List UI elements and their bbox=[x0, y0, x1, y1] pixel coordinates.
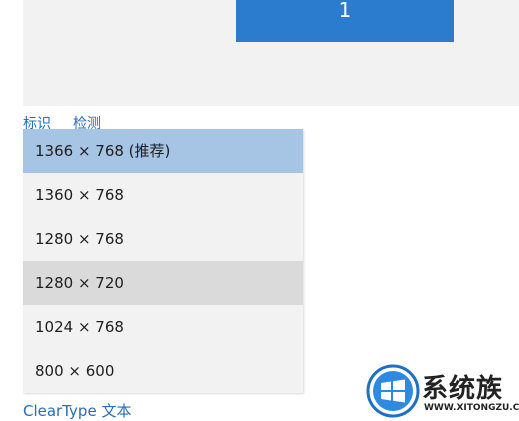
windows-logo-icon bbox=[366, 364, 420, 418]
resolution-option[interactable]: 1366 × 768 (推荐) bbox=[23, 129, 303, 173]
resolution-option[interactable]: 1280 × 768 bbox=[23, 217, 303, 261]
display-arrangement-area: 1 bbox=[23, 0, 519, 106]
site-watermark: 系统族 WWW.XITONGZU.COM bbox=[366, 364, 519, 420]
cleartype-text-link[interactable]: ClearType 文本 bbox=[23, 400, 131, 421]
watermark-brand: 系统族 bbox=[422, 374, 504, 404]
resolution-option[interactable]: 800 × 600 bbox=[23, 349, 303, 393]
resolution-option[interactable]: 1024 × 768 bbox=[23, 305, 303, 349]
resolution-dropdown-list: 1366 × 768 (推荐) 1360 × 768 1280 × 768 12… bbox=[23, 129, 303, 393]
resolution-option[interactable]: 1360 × 768 bbox=[23, 173, 303, 217]
watermark-url: WWW.XITONGZU.COM bbox=[424, 403, 519, 413]
resolution-option[interactable]: 1280 × 720 bbox=[23, 261, 303, 305]
monitor-1-tile[interactable]: 1 bbox=[236, 0, 454, 42]
